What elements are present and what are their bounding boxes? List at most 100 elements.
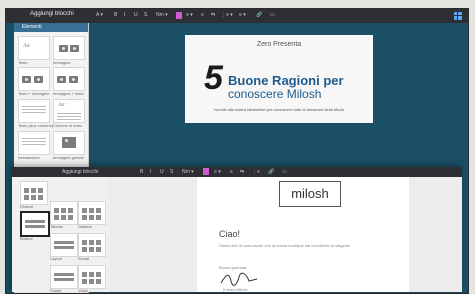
- block-layout[interactable]: [50, 233, 78, 257]
- block-label: Testo + immagine: [18, 91, 50, 96]
- block-text[interactable]: Aa: [18, 36, 50, 60]
- underline-button[interactable]: U: [134, 12, 138, 18]
- block-label: Tabella: [50, 224, 63, 229]
- image-icon: [57, 76, 66, 83]
- block-buttons[interactable]: [20, 211, 50, 237]
- block-large-image[interactable]: [53, 131, 85, 155]
- grid-glyph: [82, 240, 87, 245]
- image-insert-icon[interactable]: ▭: [270, 12, 275, 18]
- bold-button[interactable]: B: [140, 169, 143, 175]
- block-text-image[interactable]: [18, 67, 50, 91]
- logo-frame: milosh: [279, 181, 341, 207]
- back-toolbar: Aggiungi blocchi A ▾ B I U S Nm ▾ ≡ ▾ ≡ …: [6, 9, 468, 23]
- block-label: Immagine grande: [53, 155, 85, 160]
- block-two-column-text[interactable]: [18, 99, 50, 123]
- text-color-swatch[interactable]: [203, 168, 209, 175]
- block-label: Bottoni: [20, 236, 33, 241]
- list-button[interactable]: ≡: [201, 12, 204, 18]
- block-video[interactable]: [78, 265, 106, 289]
- email-document[interactable]: milosh Ciao! Siamo lieti di comunicarti …: [197, 177, 409, 292]
- block-footer[interactable]: [50, 265, 78, 289]
- camera-icon: [62, 137, 76, 148]
- front-window-title: Aggiungi blocchi: [62, 169, 99, 175]
- panel-header-label: Elementi: [22, 24, 42, 30]
- image-icon: [34, 76, 43, 83]
- block-label: Video: [78, 288, 89, 293]
- block-dividers[interactable]: [20, 181, 48, 205]
- grid-glyph: [54, 208, 59, 213]
- newsletter-header-card[interactable]: Zero Presenta 5 Buone Ragioni per conosc…: [185, 35, 373, 123]
- bars-glyph: [25, 220, 45, 223]
- text-lines-glyph: [22, 106, 46, 107]
- bars-glyph: [54, 273, 74, 276]
- block-label: Galleria: [78, 224, 92, 229]
- grid-glyph: [24, 188, 29, 193]
- list-button[interactable]: ≡: [230, 169, 233, 175]
- block-label: Testo: [18, 60, 28, 65]
- block-gallery[interactable]: [78, 201, 106, 225]
- bars-glyph: [54, 241, 74, 244]
- italic-button[interactable]: I: [150, 169, 151, 175]
- block-label: Social: [78, 256, 89, 261]
- text-block-glyph: Aa: [23, 43, 30, 49]
- strike-button[interactable]: S: [170, 169, 173, 175]
- underline-button[interactable]: U: [160, 169, 164, 175]
- card-number: 5: [204, 59, 223, 97]
- format-dropdown[interactable]: Nm ▾: [156, 12, 168, 18]
- text-block-glyph: Aa: [58, 102, 65, 108]
- block-image-text[interactable]: [53, 67, 85, 91]
- panel-header: Elementi: [14, 23, 88, 32]
- signoff-label: Buona giornata,: [219, 265, 248, 270]
- greeting-heading: Ciao!: [219, 229, 241, 239]
- block-image[interactable]: [53, 36, 85, 60]
- brand-logo: milosh: [291, 186, 329, 201]
- signature-image: [220, 272, 258, 286]
- grid-glyph: [82, 272, 87, 277]
- image-icon: [22, 76, 31, 83]
- block-label: Divisori: [20, 204, 34, 209]
- text-lines-glyph: [22, 138, 46, 139]
- block-text-columns[interactable]: Aa: [53, 99, 85, 123]
- text-lines-glyph: [57, 113, 81, 114]
- card-kicker: Zero Presenta: [256, 41, 302, 48]
- bold-button[interactable]: B: [114, 12, 117, 18]
- front-toolbar: Aggiungi blocchi B I U S Nm ▾ ≡ ▾ ≡ ⇆ ⋮≡…: [12, 167, 462, 177]
- indent-button[interactable]: ⇆: [240, 169, 244, 175]
- block-label: Immagine: [53, 60, 71, 65]
- align-dropdown[interactable]: ≡ ▾: [214, 169, 221, 175]
- block-label: Footer: [50, 288, 62, 293]
- image-insert-icon[interactable]: ▭: [282, 169, 287, 175]
- text-color-swatch[interactable]: [176, 12, 182, 19]
- italic-button[interactable]: I: [124, 12, 125, 18]
- grid-glyph: [82, 208, 87, 213]
- block-social[interactable]: [78, 233, 106, 257]
- card-title-line-1: Buone Ragioni per: [228, 73, 344, 88]
- paragraph-dropdown[interactable]: ≡ ▾: [239, 12, 246, 18]
- image-icon: [69, 76, 78, 83]
- image-icon: [70, 45, 79, 52]
- list-dropdown[interactable]: ⋮≡: [252, 169, 260, 175]
- align-dropdown[interactable]: ≡ ▾: [186, 12, 193, 18]
- link-icon[interactable]: 🔗: [268, 169, 274, 175]
- card-subtitle: Iscriviti alla nostra Newsletter per con…: [214, 107, 344, 112]
- card-title-line-2: conoscere Milosh: [228, 87, 322, 101]
- image-icon: [59, 45, 68, 52]
- block-header[interactable]: [18, 131, 50, 155]
- font-size-dropdown[interactable]: A ▾: [96, 12, 103, 18]
- grid-icon[interactable]: [454, 12, 462, 20]
- block-label: Immagine + testo: [53, 91, 84, 96]
- block-table[interactable]: [50, 201, 78, 225]
- back-window-title: Aggiungi blocchi: [30, 11, 74, 17]
- front-editor-window: Aggiungi blocchi B I U S Nm ▾ ≡ ▾ ≡ ⇆ ⋮≡…: [12, 167, 462, 293]
- strike-button[interactable]: S: [144, 12, 147, 18]
- signoff-name: Il team Milosh: [223, 287, 248, 292]
- block-label: Intestazione: [18, 155, 40, 160]
- body-paragraph: Siamo lieti di comunicarti che la nostra…: [219, 243, 351, 248]
- block-label: Testo (due colonne): [18, 123, 54, 128]
- link-icon[interactable]: 🔗: [256, 12, 262, 18]
- format-dropdown[interactable]: Nm ▾: [182, 169, 194, 175]
- front-blocks-panel: Divisori Bottoni Tabella Galleria Layout…: [12, 177, 108, 293]
- block-label: Colonne di testo: [53, 123, 82, 128]
- indent-button[interactable]: ⇆: [211, 12, 215, 18]
- list-dropdown[interactable]: ⋮≡ ▾: [221, 12, 233, 18]
